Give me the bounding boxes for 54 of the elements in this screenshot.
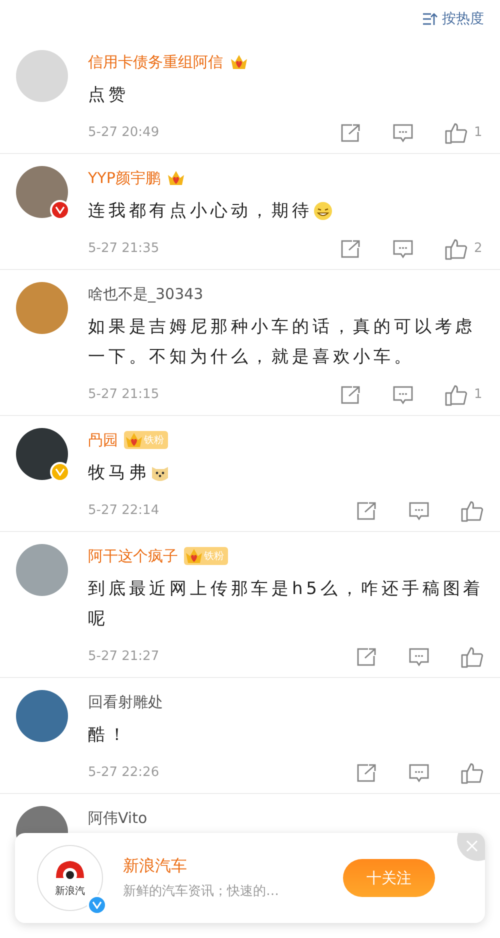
thumbs-up-icon[interactable]	[444, 384, 468, 406]
username[interactable]: 冎园	[88, 428, 118, 452]
comment-text: 到底最近网上传那车是h5么，咋还手稿图着呢	[88, 578, 484, 631]
thumbs-up-icon[interactable]	[444, 122, 468, 144]
comment-text: 酷！	[88, 724, 129, 747]
comment-time: 5-27 20:49	[88, 124, 160, 142]
comment-text: 牧马弗	[88, 458, 170, 488]
sort-button[interactable]: 按热度	[422, 8, 484, 30]
comment-time: 5-27 21:15	[88, 386, 160, 404]
grinning-emoji-icon	[313, 201, 334, 222]
comment-time: 5-27 21:27	[88, 648, 160, 666]
card-title: 新浪汽车	[123, 855, 188, 878]
comment-icon[interactable]	[408, 763, 430, 783]
like-count: 1	[474, 386, 484, 404]
share-icon[interactable]	[340, 239, 362, 259]
username[interactable]: YYP颜宇鹏	[88, 166, 160, 190]
comment-icon[interactable]	[408, 501, 430, 521]
share-icon[interactable]	[340, 123, 362, 143]
comment-time: 5-27 21:35	[88, 240, 160, 258]
comment-time: 5-27 22:14	[88, 502, 160, 520]
thumbs-up-icon[interactable]	[460, 500, 484, 522]
like-count: 2	[474, 240, 484, 258]
close-icon	[466, 840, 478, 852]
fan-label: 铁粉	[144, 434, 164, 448]
card-description: 新鲜的汽车资讯；快速的…	[123, 883, 280, 902]
avatar[interactable]	[16, 690, 68, 742]
thumbs-up-icon[interactable]	[444, 238, 468, 260]
share-icon[interactable]	[340, 385, 362, 405]
share-icon[interactable]	[356, 763, 378, 783]
like-count: 1	[474, 124, 484, 142]
share-icon[interactable]	[356, 647, 378, 667]
avatar[interactable]	[16, 428, 68, 480]
share-icon[interactable]	[356, 501, 378, 521]
crown-icon	[124, 431, 144, 449]
crown-icon	[184, 547, 204, 565]
sort-icon	[422, 12, 438, 26]
comment-icon[interactable]	[392, 239, 414, 259]
username[interactable]: 信用卡债务重组阿信	[88, 50, 223, 74]
comment-text: 点赞	[88, 84, 129, 107]
username[interactable]: 阿伟Vito	[88, 806, 148, 830]
logo-text: 新浪汽	[55, 884, 85, 898]
comment-time: 5-27 22:26	[88, 764, 160, 782]
comment-text: 连我都有点小心动，期待	[88, 196, 334, 226]
comment-text: 如果是吉姆尼那种小车的话，真的可以考虑一下。不知为什么，就是喜欢小车。	[88, 316, 477, 369]
username[interactable]: 阿干这个疯子	[88, 544, 178, 568]
fan-label: 铁粉	[204, 550, 224, 564]
comment-icon[interactable]	[392, 123, 414, 143]
follow-button[interactable]: 十关注	[343, 859, 435, 897]
comment-icon[interactable]	[408, 647, 430, 667]
comment-icon[interactable]	[392, 385, 414, 405]
thumbs-up-icon[interactable]	[460, 762, 484, 784]
username[interactable]: 回看射雕处	[88, 690, 163, 714]
username[interactable]: 啥也不是_30343	[88, 282, 204, 306]
thumbs-up-icon[interactable]	[460, 646, 484, 668]
